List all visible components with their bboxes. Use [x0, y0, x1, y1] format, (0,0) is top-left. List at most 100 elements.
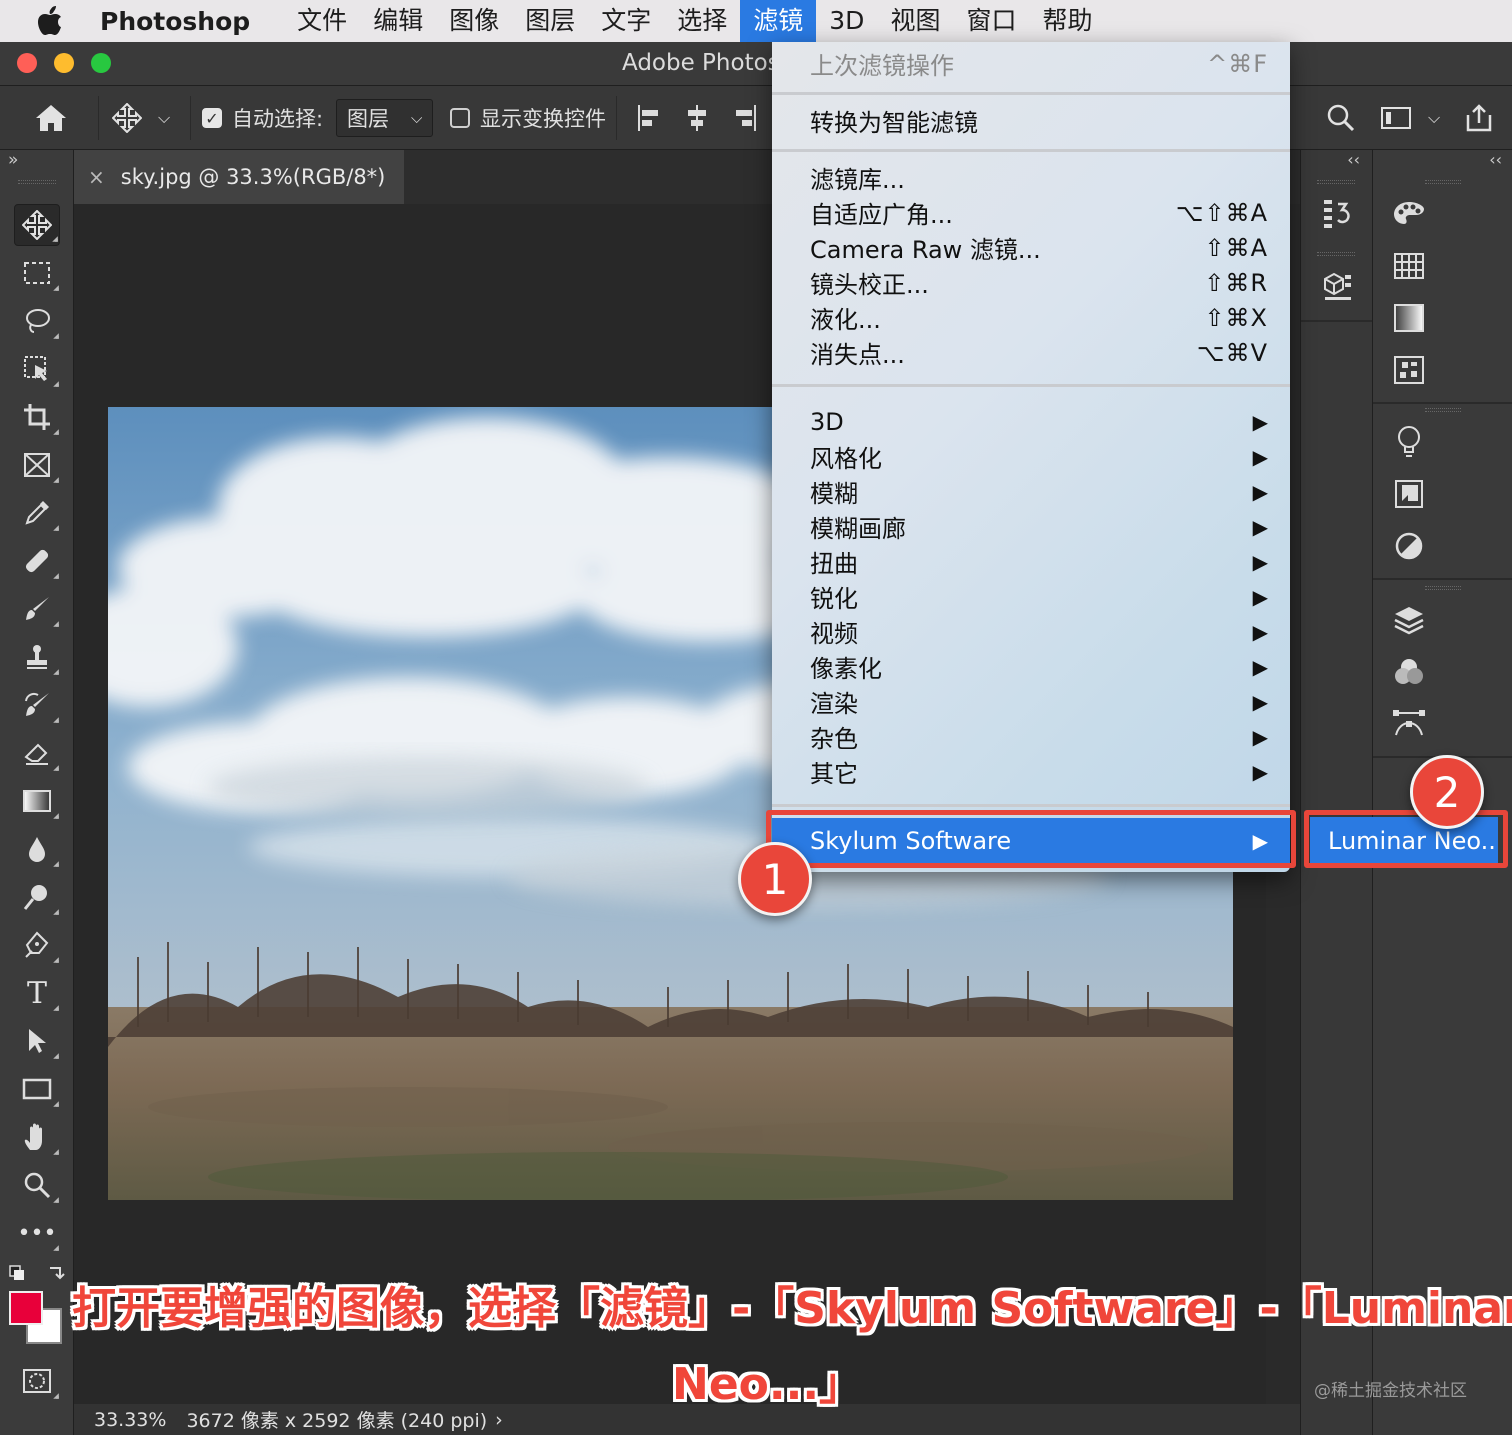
- menu-item-vanishing-point[interactable]: 消失点... ⌥⌘V: [772, 335, 1290, 370]
- auto-select-checkbox[interactable]: ✓: [202, 108, 222, 128]
- lasso-tool-icon[interactable]: [14, 300, 60, 342]
- menu-item-shortcut: ⇧⌘R: [1204, 268, 1268, 297]
- swatches-icon[interactable]: [1387, 244, 1431, 288]
- history-panel-icon[interactable]: [1315, 194, 1359, 234]
- dodge-tool-icon[interactable]: [14, 876, 60, 918]
- lightbulb-icon[interactable]: [1387, 420, 1431, 464]
- layers-icon[interactable]: [1387, 598, 1431, 642]
- menu-select[interactable]: 选择: [664, 0, 740, 42]
- crop-tool-icon[interactable]: [14, 396, 60, 438]
- eraser-tool-icon[interactable]: [14, 732, 60, 774]
- menu-item-label: 转换为智能滤镜: [810, 109, 978, 137]
- menu-item-sharpen[interactable]: 锐化 ▶: [772, 579, 1290, 614]
- healing-brush-tool-icon[interactable]: [14, 540, 60, 582]
- color-palette-icon[interactable]: [1387, 192, 1431, 236]
- menu-item-distort[interactable]: 扭曲 ▶: [772, 544, 1290, 579]
- menu-item-pixelate[interactable]: 像素化 ▶: [772, 649, 1290, 684]
- move-tool-icon[interactable]: [112, 86, 142, 150]
- menu-item-video[interactable]: 视频 ▶: [772, 614, 1290, 649]
- more-tools-icon[interactable]: •••: [14, 1212, 60, 1254]
- zoom-window-button[interactable]: [91, 53, 111, 73]
- zoom-level[interactable]: 33.33%: [94, 1409, 166, 1431]
- panel-collapse-icon[interactable]: »: [8, 150, 18, 170]
- menu-view[interactable]: 视图: [877, 0, 953, 42]
- brush-tool-icon[interactable]: [14, 588, 60, 630]
- menu-item-stylize[interactable]: 风格化 ▶: [772, 439, 1290, 474]
- status-menu-arrow-icon[interactable]: ›: [495, 1409, 503, 1431]
- menu-layer[interactable]: 图层: [512, 0, 588, 42]
- search-icon[interactable]: [1326, 86, 1356, 150]
- tool-preset-chevron-icon[interactable]: ⌵: [158, 86, 170, 150]
- workspace-chevron-icon[interactable]: ⌵: [1428, 86, 1440, 150]
- menu-help[interactable]: 帮助: [1029, 0, 1105, 42]
- apple-menu-icon[interactable]: [0, 0, 100, 42]
- patterns-panel-icon[interactable]: [1387, 348, 1431, 392]
- menu-item-blur-gallery[interactable]: 模糊画廊 ▶: [772, 509, 1290, 544]
- share-icon[interactable]: [1464, 86, 1494, 150]
- gradient-tool-icon[interactable]: [14, 780, 60, 822]
- type-tool-icon[interactable]: T: [14, 972, 60, 1014]
- panel-collapse-icon[interactable]: ‹‹: [1347, 150, 1360, 169]
- menu-item-convert-smart-filter[interactable]: 转换为智能滤镜: [772, 103, 1290, 138]
- foreground-color-swatch[interactable]: [9, 1291, 43, 1325]
- app-name-menu[interactable]: Photoshop: [100, 7, 250, 36]
- menu-item-render[interactable]: 渲染 ▶: [772, 684, 1290, 719]
- menu-item-3d[interactable]: 3D ▶: [772, 404, 1290, 439]
- history-brush-tool-icon[interactable]: [14, 684, 60, 726]
- quick-mask-icon[interactable]: [14, 1360, 60, 1402]
- menu-item-camera-raw[interactable]: Camera Raw 滤镜... ⇧⌘A: [772, 230, 1290, 265]
- clone-stamp-tool-icon[interactable]: [14, 636, 60, 678]
- menu-image[interactable]: 图像: [436, 0, 512, 42]
- adjustments-icon[interactable]: [1387, 524, 1431, 568]
- menu-item-shortcut: ⌥⌘V: [1196, 338, 1268, 367]
- menu-3d[interactable]: 3D: [816, 0, 877, 42]
- pen-tool-icon[interactable]: [14, 924, 60, 966]
- zoom-tool-icon[interactable]: [14, 1164, 60, 1206]
- menu-edit[interactable]: 编辑: [360, 0, 436, 42]
- panel-grip: [18, 180, 56, 184]
- 3d-panel-icon[interactable]: [1315, 266, 1359, 306]
- menu-item-last-filter[interactable]: 上次滤镜操作 ^⌘F: [772, 46, 1290, 81]
- menu-item-other[interactable]: 其它 ▶: [772, 754, 1290, 789]
- document-tab[interactable]: × sky.jpg @ 33.3%(RGB/8*): [74, 150, 404, 204]
- align-left-icon[interactable]: [636, 86, 662, 150]
- hand-tool-icon[interactable]: [14, 1116, 60, 1158]
- show-transform-checkbox[interactable]: [450, 108, 470, 128]
- object-select-tool-icon[interactable]: [14, 348, 60, 390]
- blur-tool-icon[interactable]: [14, 828, 60, 870]
- channels-icon[interactable]: [1387, 650, 1431, 694]
- move-tool-icon[interactable]: [14, 204, 60, 246]
- menu-file[interactable]: 文件: [284, 0, 360, 42]
- marquee-tool-icon[interactable]: [14, 252, 60, 294]
- minimize-window-button[interactable]: [54, 53, 74, 73]
- menu-item-lens-correction[interactable]: 镜头校正... ⇧⌘R: [772, 265, 1290, 300]
- frame-tool-icon[interactable]: [14, 444, 60, 486]
- menu-item-liquify[interactable]: 液化... ⇧⌘X: [772, 300, 1290, 335]
- paths-icon[interactable]: [1387, 702, 1431, 746]
- menu-window[interactable]: 窗口: [953, 0, 1029, 42]
- workspace-icon[interactable]: [1380, 86, 1412, 150]
- auto-select-dropdown[interactable]: 图层 ⌵: [336, 99, 434, 137]
- align-right-icon[interactable]: [732, 86, 758, 150]
- menu-item-filter-gallery[interactable]: 滤镜库...: [772, 160, 1290, 195]
- close-window-button[interactable]: [17, 53, 37, 73]
- home-icon[interactable]: [34, 86, 68, 150]
- menu-item-adaptive-wide-angle[interactable]: 自适应广角... ⌥⇧⌘A: [772, 195, 1290, 230]
- swap-colors-icon[interactable]: [8, 1262, 68, 1290]
- menu-item-noise[interactable]: 杂色 ▶: [772, 719, 1290, 754]
- align-center-icon[interactable]: [684, 86, 710, 150]
- menu-item-label: 渲染: [810, 690, 858, 718]
- path-select-tool-icon[interactable]: [14, 1020, 60, 1062]
- submenu-arrow-icon: ▶: [1252, 409, 1268, 434]
- panel-collapse-icon[interactable]: ‹‹: [1489, 150, 1502, 169]
- rectangle-tool-icon[interactable]: [14, 1068, 60, 1110]
- gradients-panel-icon[interactable]: [1387, 296, 1431, 340]
- close-tab-icon[interactable]: ×: [88, 165, 105, 189]
- eyedropper-tool-icon[interactable]: [14, 492, 60, 534]
- menu-item-blur[interactable]: 模糊 ▶: [772, 474, 1290, 509]
- menu-filter[interactable]: 滤镜: [740, 0, 817, 42]
- properties-panel-icon[interactable]: [1387, 472, 1431, 516]
- submenu-arrow-icon: ▶: [1252, 654, 1268, 679]
- menu-type[interactable]: 文字: [588, 0, 664, 42]
- highlight-box-skylum: [766, 810, 1296, 868]
